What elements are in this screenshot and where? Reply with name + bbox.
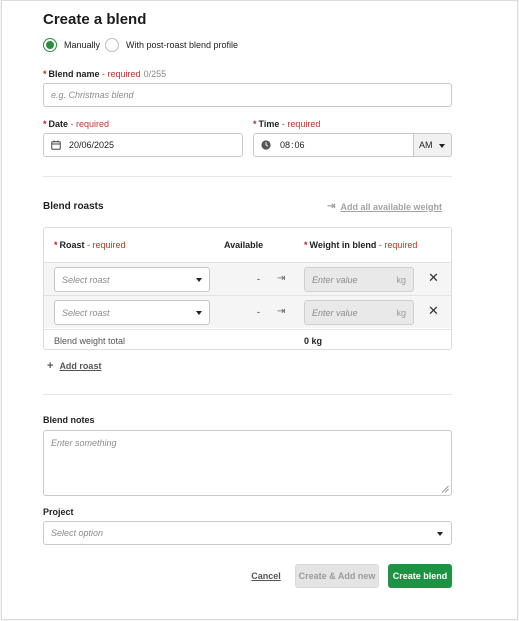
roast-select[interactable]: Select roast <box>54 300 210 325</box>
chevron-down-icon <box>196 278 202 282</box>
radio-manually-label: Manually <box>64 40 101 50</box>
chevron-down-icon <box>439 144 445 148</box>
radio-manually[interactable]: Manually <box>43 38 100 52</box>
remove-row-icon[interactable]: ✕ <box>428 270 439 286</box>
time-input[interactable]: 08 : 06 <box>253 133 414 157</box>
date-value: 20/06/2025 <box>69 140 115 150</box>
weight-input[interactable]: Enter value kg <box>304 300 414 325</box>
radio-post-roast-label: With post-roast blend profile <box>126 40 239 50</box>
blend-name-input[interactable]: e.g. Christmas blend <box>43 83 452 107</box>
weight-column-header: * Weight in blend - required <box>304 240 418 250</box>
total-value: 0 kg <box>304 336 323 346</box>
available-value: - <box>257 274 260 284</box>
fill-available-icon[interactable]: ⇥ <box>277 306 285 317</box>
time-separator: : <box>291 140 294 150</box>
time-minute[interactable]: 06 <box>295 140 305 150</box>
unit-label: kg <box>396 308 406 318</box>
available-value: - <box>257 307 260 317</box>
radio-post-roast-profile[interactable]: With post-roast blend profile <box>105 38 238 52</box>
roast-column-header: * Roast - required <box>54 240 126 250</box>
resize-grip-icon[interactable] <box>441 485 449 493</box>
chevron-down-icon <box>196 311 202 315</box>
weight-input[interactable]: Enter value kg <box>304 267 414 292</box>
date-input[interactable]: 20/06/2025 <box>43 133 243 157</box>
table-header: * Roast - required Available * Weight in b… <box>44 228 451 262</box>
create-blend-button[interactable]: Create blend <box>388 564 452 588</box>
add-roast-button[interactable]: + Add roast <box>47 360 101 372</box>
divider <box>43 394 452 395</box>
fill-available-icon[interactable]: ⇥ <box>277 273 285 284</box>
time-label: * Time - required <box>253 119 321 129</box>
chevron-down-icon <box>437 532 443 536</box>
page-title: Create a blend <box>43 11 147 28</box>
blend-notes-label: Blend notes <box>43 415 95 425</box>
project-label: Project <box>43 507 74 517</box>
divider <box>43 176 452 177</box>
table-row: Select roast - ⇥ Enter value kg ✕ <box>44 262 451 295</box>
table-row: Select roast - ⇥ Enter value kg ✕ <box>44 295 451 328</box>
create-blend-form: Create a blend Manually With post-roast … <box>1 0 518 620</box>
available-column-header: Available <box>224 240 264 250</box>
calendar-icon <box>51 140 61 150</box>
plus-icon: + <box>47 360 54 372</box>
blend-weight-total-row: Blend weight total 0 kg <box>44 329 451 350</box>
radio-selected-icon[interactable] <box>43 38 57 52</box>
blend-name-label: * Blend name - required 0/255 <box>43 69 167 79</box>
roasts-table: * Roast - required Available * Weight in b… <box>43 227 452 350</box>
time-hour[interactable]: 08 <box>280 140 290 150</box>
clock-icon <box>261 140 271 150</box>
blend-roasts-title: Blend roasts <box>43 201 104 212</box>
tab-arrow-icon: ⇥ <box>327 201 336 212</box>
ampm-value: AM <box>419 140 433 150</box>
create-and-add-new-button[interactable]: Create & Add new <box>295 564 379 588</box>
unit-label: kg <box>396 275 406 285</box>
add-all-available-weight-button[interactable]: ⇥ Add all available weight <box>327 201 442 212</box>
blend-notes-textarea[interactable]: Enter something <box>43 430 452 496</box>
date-label: * Date - required <box>43 119 110 129</box>
total-label: Blend weight total <box>54 336 126 346</box>
roast-select[interactable]: Select roast <box>54 267 210 292</box>
project-select[interactable]: Select option <box>43 521 452 545</box>
radio-unselected-icon[interactable] <box>105 38 119 52</box>
remove-row-icon[interactable]: ✕ <box>428 303 439 319</box>
ampm-select[interactable]: AM <box>413 133 452 157</box>
cancel-button[interactable]: Cancel <box>246 564 286 588</box>
